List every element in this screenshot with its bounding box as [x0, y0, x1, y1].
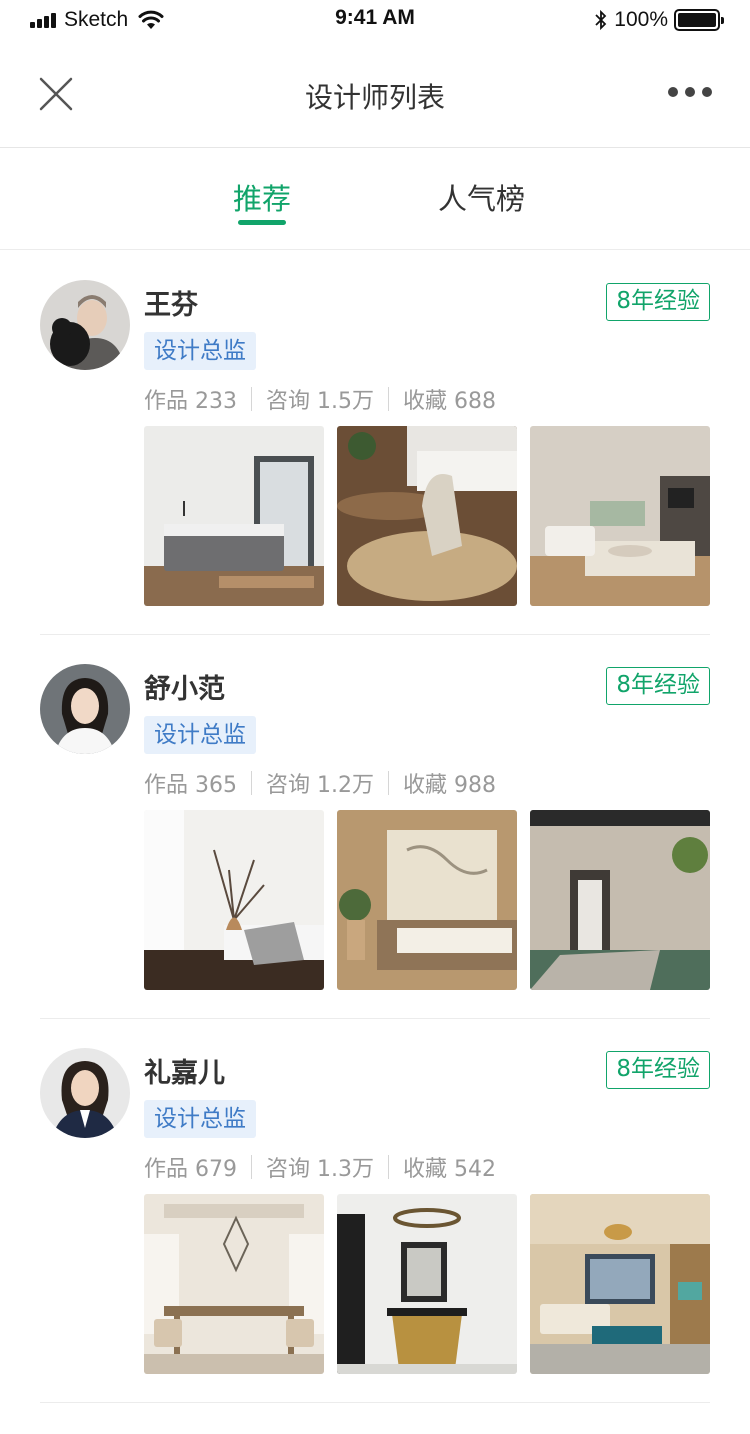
portfolio-photos	[144, 426, 710, 606]
stat-favorites: 收藏 988	[402, 773, 496, 798]
status-right: 100%	[594, 6, 724, 34]
tab-recommended[interactable]: 推荐	[233, 176, 291, 218]
stat-consults: 咨询 1.2万	[266, 773, 374, 798]
portfolio-photo[interactable]	[337, 1194, 517, 1374]
portfolio-photo[interactable]	[144, 426, 324, 606]
designer-card[interactable]: 舒小范 8年经验 设计总监 作品 365 咨询 1.2万 收藏 988	[40, 635, 710, 1019]
experience-badge: 8年经验	[606, 1051, 710, 1089]
stat-consults: 咨询 1.3万	[266, 1157, 374, 1182]
stat-divider	[387, 387, 389, 411]
battery-icon	[674, 9, 724, 31]
portfolio-photo[interactable]	[337, 810, 517, 990]
portfolio-photo[interactable]	[337, 426, 517, 606]
portfolio-photo[interactable]	[530, 810, 710, 990]
status-bar: Sketch 9:41 AM 100%	[0, 0, 750, 40]
stat-divider	[251, 1155, 252, 1179]
tab-popularity[interactable]: 人气榜	[438, 176, 525, 218]
portfolio-photo[interactable]	[530, 1194, 710, 1374]
designer-stats: 作品 233 咨询 1.5万 收藏 688	[144, 383, 496, 415]
tab-bar: 推荐 人气榜	[0, 150, 750, 250]
stat-favorites: 收藏 688	[402, 389, 496, 414]
portfolio-photos	[144, 1194, 710, 1374]
stat-divider	[387, 1155, 389, 1179]
stat-works: 作品 679	[144, 1157, 237, 1182]
nav-bar: 设计师列表	[0, 40, 750, 148]
experience-badge: 8年经验	[606, 667, 710, 705]
stat-works: 作品 365	[144, 773, 237, 798]
role-tag: 设计总监	[144, 716, 256, 754]
avatar[interactable]	[40, 664, 130, 754]
portfolio-photo[interactable]	[144, 1194, 324, 1374]
experience-badge: 8年经验	[606, 283, 710, 321]
more-icon[interactable]	[668, 84, 712, 100]
designer-card[interactable]: 王芬 8年经验 设计总监 作品 233 咨询 1.5万 收藏 688	[40, 251, 710, 635]
role-tag: 设计总监	[144, 1100, 256, 1138]
portfolio-photo[interactable]	[530, 426, 710, 606]
tab-active-indicator	[238, 220, 286, 225]
designer-name: 王芬	[144, 290, 198, 321]
stat-divider	[251, 771, 252, 795]
page-title: 设计师列表	[304, 81, 445, 114]
portfolio-photo[interactable]	[144, 810, 324, 990]
stat-works: 作品 233	[144, 389, 237, 414]
designer-name: 舒小范	[144, 674, 225, 705]
battery-percent: 100%	[614, 8, 668, 31]
avatar[interactable]	[40, 1048, 130, 1138]
avatar[interactable]	[40, 280, 130, 370]
designer-stats: 作品 679 咨询 1.3万 收藏 542	[144, 1151, 496, 1183]
bluetooth-icon	[595, 9, 607, 31]
stat-divider	[251, 387, 252, 411]
stat-favorites: 收藏 542	[402, 1157, 496, 1182]
designer-stats: 作品 365 咨询 1.2万 收藏 988	[144, 767, 496, 799]
stat-consults: 咨询 1.5万	[266, 389, 374, 414]
stat-divider	[387, 771, 389, 795]
designer-card[interactable]: 礼嘉儿 8年经验 设计总监 作品 679 咨询 1.3万 收藏 542	[40, 1019, 710, 1403]
role-tag: 设计总监	[144, 332, 256, 370]
designer-name: 礼嘉儿	[144, 1058, 225, 1089]
portfolio-photos	[144, 810, 710, 990]
